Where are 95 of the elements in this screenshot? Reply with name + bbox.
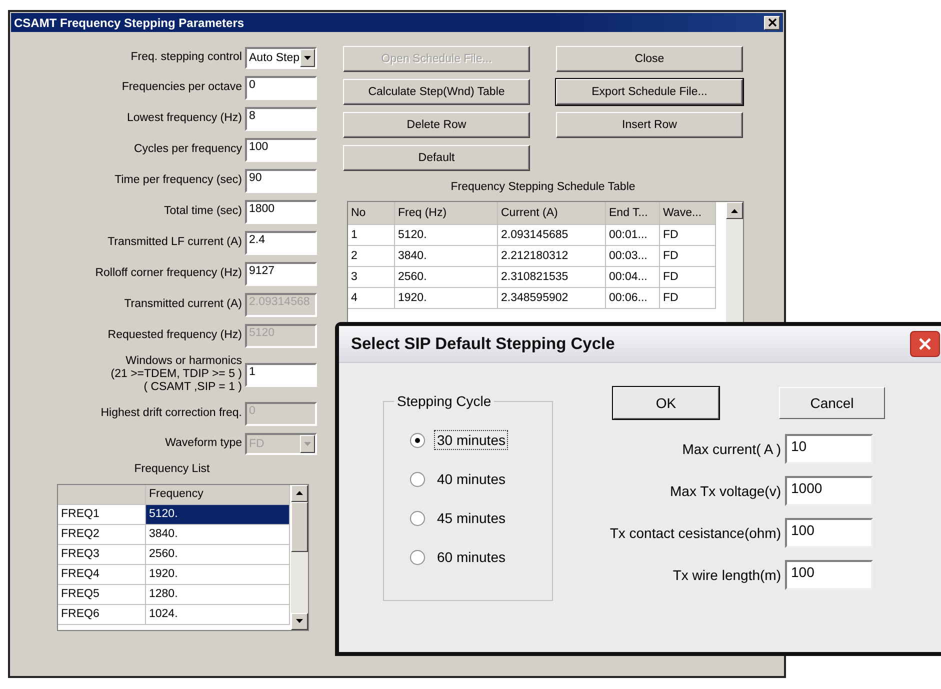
table-cell: FD: [660, 246, 716, 267]
push-button[interactable]: Export Schedule File...: [556, 79, 743, 105]
dropdown[interactable]: Auto Step: [245, 47, 317, 69]
field-label: Cycles per frequency: [132, 143, 242, 157]
input-field[interactable]: 1000: [785, 476, 873, 506]
field-label: Windows or harmonics (21 >=TDEM, TDIP >= 5 ) ( CSAMT ,SIP = 1 ): [110, 355, 242, 395]
input-field[interactable]: 100: [785, 518, 873, 548]
table-cell: FREQ4: [58, 564, 146, 585]
table-cell: 3840.: [395, 246, 498, 267]
push-button[interactable]: OK: [613, 387, 719, 419]
table-cell[interactable]: 5120.: [146, 504, 290, 525]
field-label: Tx contact cesistance(ohm): [608, 525, 781, 541]
scroll-thumb[interactable]: [291, 502, 308, 552]
field-label: Max Tx voltage(v): [669, 483, 781, 499]
window-title: CSAMT Frequency Stepping Parameters: [14, 16, 244, 30]
table-cell: 2.093145685: [498, 225, 606, 246]
close-icon: [918, 337, 932, 351]
scroll-up-icon[interactable]: [291, 484, 308, 502]
input-field[interactable]: 8: [245, 107, 317, 131]
push-button[interactable]: Close: [556, 46, 743, 72]
table-cell: FD: [660, 288, 716, 309]
table-cell: 2.348595902: [498, 288, 606, 309]
input-field[interactable]: 9127: [245, 262, 317, 286]
scroll-down-icon[interactable]: [291, 612, 308, 630]
table-cell: 5120.: [395, 225, 498, 246]
field-label: Lowest frequency (Hz): [126, 112, 242, 126]
input-field[interactable]: 100: [245, 138, 317, 162]
table-cell: 4: [348, 288, 395, 309]
input-field[interactable]: 1800: [245, 200, 317, 224]
field-label: Freq. stepping control: [130, 51, 242, 65]
field-label: Rolloff corner frequency (Hz): [94, 267, 242, 281]
field-label: Total time (sec): [163, 205, 242, 219]
column-header: No: [348, 202, 395, 225]
table-cell: 2: [348, 246, 395, 267]
table-cell: 1: [348, 225, 395, 246]
input-field[interactable]: 10: [785, 434, 873, 464]
input-field[interactable]: 100: [785, 560, 873, 590]
field-label: Highest drift correction freq.: [100, 407, 242, 420]
group-label: Stepping Cycle: [394, 393, 494, 409]
push-button[interactable]: Insert Row: [556, 112, 743, 138]
table-cell: 3: [348, 267, 395, 288]
radio-button[interactable]: [410, 510, 425, 526]
input-field[interactable]: 0: [245, 76, 317, 100]
field-label: Max current( A ): [681, 441, 781, 457]
table-cell: FREQ5: [58, 584, 146, 605]
field-label: Requested frequency (Hz): [106, 329, 242, 343]
field-label: Time per frequency (sec): [114, 174, 242, 188]
scrollbar[interactable]: [291, 484, 308, 630]
table-cell[interactable]: 1920.: [146, 564, 290, 585]
field-label: Frequencies per octave: [120, 81, 242, 95]
table-cell: 2560.: [395, 267, 498, 288]
table-cell[interactable]: 3840.: [146, 524, 290, 545]
column-header: Frequency: [146, 484, 290, 505]
table-cell[interactable]: 1024.: [146, 604, 290, 625]
table-cell: 00:03...: [606, 246, 660, 267]
list-caption: Frequency List: [133, 462, 211, 475]
push-button[interactable]: Cancel: [779, 387, 885, 419]
radio-button[interactable]: [410, 432, 425, 448]
close-icon: [768, 18, 776, 27]
close-button[interactable]: [910, 331, 940, 357]
table-cell: FREQ2: [58, 524, 146, 545]
input-field[interactable]: 1: [245, 362, 317, 387]
table-cell: FREQ3: [58, 544, 146, 565]
table-cell: 1920.: [395, 288, 498, 309]
scroll-up-icon[interactable]: [726, 202, 743, 219]
field-label: Tx wire length(m): [672, 567, 781, 583]
column-header: Wave...: [660, 202, 716, 225]
column-header: Current (A): [498, 202, 606, 225]
radio-option[interactable]: 45 minutes: [410, 508, 552, 528]
column-header: End T...: [606, 202, 660, 225]
frequency-grid[interactable]: Frequency FREQ1 5120. FREQ2 3840. FREQ3 2560. FREQ4 1920. FREQ5 1280. FREQ6 1024.: [57, 484, 309, 631]
radio-option[interactable]: 60 minutes: [410, 547, 552, 567]
radio-button[interactable]: [410, 472, 425, 486]
field-label: Waveform type: [164, 437, 242, 450]
table-cell[interactable]: 2560.: [146, 544, 290, 565]
table-cell: FD: [660, 267, 716, 288]
radio-button[interactable]: [410, 550, 425, 564]
push-button[interactable]: Calculate Step(Wnd) Table: [343, 79, 530, 105]
push-button[interactable]: Default: [343, 145, 530, 171]
field-label: Transmitted current (A): [123, 298, 242, 312]
field-label: Transmitted LF current (A): [106, 236, 242, 250]
push-button[interactable]: Delete Row: [343, 112, 530, 138]
table-cell: 2.212180312: [498, 246, 606, 267]
table-cell: 00:04...: [606, 267, 660, 288]
table-cell[interactable]: 1280.: [146, 584, 290, 605]
table-cell: 00:06...: [606, 288, 660, 309]
input-field[interactable]: 90: [245, 169, 317, 193]
table-cell: FD: [660, 225, 716, 246]
radio-option[interactable]: 40 minutes: [410, 469, 552, 489]
table-cell: FREQ6: [58, 604, 146, 625]
table-cell: 00:01...: [606, 225, 660, 246]
input-field[interactable]: 2.4: [245, 231, 317, 255]
column-header: Freq (Hz): [395, 202, 498, 225]
table-cell: 2.310821535: [498, 267, 606, 288]
table-caption: Frequency Stepping Schedule Table: [450, 181, 636, 193]
